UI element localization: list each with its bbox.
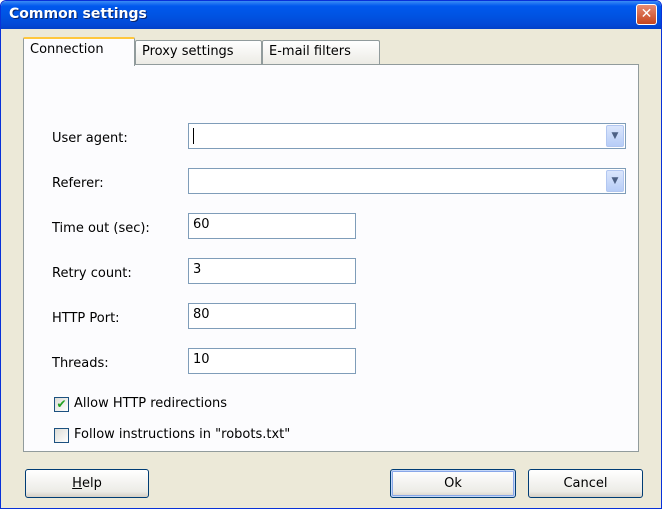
help-mnemonic: H [72, 476, 82, 491]
close-button[interactable]: ✕ [636, 4, 657, 25]
retry-count-input[interactable]: 3 [188, 258, 356, 284]
threads-label: Threads: [52, 356, 109, 371]
ok-label: Ok [444, 476, 462, 491]
chevron-down-icon[interactable]: ▼ [606, 170, 624, 192]
timeout-label: Time out (sec): [52, 221, 150, 236]
ok-button[interactable]: Ok [390, 469, 516, 498]
timeout-input[interactable]: 60 [188, 213, 356, 239]
tab-email-filters[interactable]: E-mail filters [262, 40, 380, 64]
allow-redirects-checkbox[interactable]: ✔ [54, 397, 69, 412]
referer-combo[interactable]: ▼ [188, 168, 626, 194]
connection-panel: User agent: ▼ Referer: ▼ Time out (sec):… [23, 64, 639, 452]
user-agent-combo[interactable]: ▼ [188, 123, 626, 149]
user-agent-label: User agent: [52, 131, 128, 146]
close-icon: ✕ [640, 6, 653, 22]
tab-email-filters-label: E-mail filters [269, 44, 351, 59]
title-bar[interactable]: Common settings ✕ [1, 1, 661, 29]
cancel-button[interactable]: Cancel [528, 469, 643, 498]
follow-robots-label[interactable]: Follow instructions in "robots.txt" [74, 427, 290, 442]
follow-robots-checkbox[interactable] [54, 428, 69, 443]
window-title: Common settings [9, 6, 147, 22]
http-port-input[interactable]: 80 [188, 303, 356, 329]
http-port-label: HTTP Port: [52, 311, 120, 326]
cancel-label: Cancel [563, 476, 608, 491]
tab-proxy-settings[interactable]: Proxy settings [135, 40, 262, 64]
checkmark-icon: ✔ [56, 397, 67, 411]
referer-label: Referer: [52, 176, 104, 191]
threads-input[interactable]: 10 [188, 348, 356, 374]
tab-proxy-settings-label: Proxy settings [142, 44, 234, 59]
retry-count-label: Retry count: [52, 266, 132, 281]
allow-redirects-label[interactable]: Allow HTTP redirections [74, 396, 227, 411]
help-label-rest: elp [81, 476, 102, 491]
chevron-down-icon[interactable]: ▼ [606, 125, 624, 147]
tab-connection[interactable]: Connection [23, 37, 135, 66]
help-button[interactable]: Help [25, 469, 149, 498]
common-settings-dialog: Common settings ✕ Connection Proxy setti… [0, 0, 662, 509]
tab-connection-label: Connection [30, 42, 104, 57]
text-cursor [193, 128, 194, 144]
